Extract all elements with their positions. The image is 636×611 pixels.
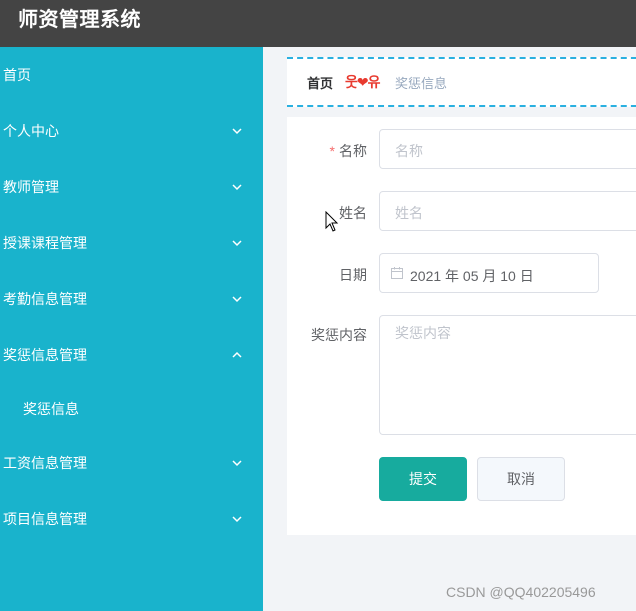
submit-button[interactable]: 提交 [379,457,467,501]
main-content: 首页 웃❤유 奖惩信息 * 名称 名称 姓名 姓名 日期 2021 年 05 月 … [263,47,636,611]
app-header: 师资管理系统 [0,0,636,47]
cancel-button[interactable]: 取消 [477,457,565,501]
chevron-down-icon [232,240,242,247]
name-label: * 名称 [329,143,367,159]
chevron-down-icon [232,460,242,467]
date-picker[interactable]: 2021 年 05 月 10 日 [379,253,599,293]
sidebar-item-personal-center[interactable]: 个人中心 [0,103,263,159]
breadcrumb-current: 奖惩信息 [395,76,448,91]
chevron-up-icon [232,351,242,358]
sidebar-item-reward-management[interactable]: 奖惩信息管理 [0,327,263,383]
watermark: CSDN @QQ402205496 [446,584,596,600]
chevron-down-icon [232,184,242,191]
sidebar-item-project-management[interactable]: 项目信息管理 [0,491,263,547]
mouse-cursor-icon [325,211,339,232]
breadcrumb: 首页 웃❤유 奖惩信息 [287,57,636,107]
reward-form: * 名称 名称 姓名 姓名 日期 2021 年 05 月 10 日 奖惩内容 奖惩… [287,117,636,535]
required-mark: * [329,143,335,159]
chevron-down-icon [232,128,242,135]
sidebar-item-teacher-management[interactable]: 教师管理 [0,159,263,215]
breadcrumb-home[interactable]: 首页 [307,73,333,92]
content-label: 奖惩内容 [311,327,367,343]
sidebar-item-label: 考勤信息管理 [3,291,87,307]
sidebar-item-label: 教师管理 [3,179,59,195]
sidebar-item-label: 奖惩信息 [23,401,79,417]
content-placeholder: 奖惩内容 [395,325,451,341]
sidebar-item-salary-management[interactable]: 工资信息管理 [0,435,263,491]
sidebar-item-label: 奖惩信息管理 [3,347,87,363]
chevron-down-icon [232,296,242,303]
person-placeholder: 姓名 [395,205,423,221]
sidebar-item-attendance-management[interactable]: 考勤信息管理 [0,271,263,327]
sidebar-subitem-reward-info[interactable]: 奖惩信息 [0,381,263,437]
sidebar-item-label: 个人中心 [3,123,59,139]
sidebar-item-course-management[interactable]: 授课课程管理 [0,215,263,271]
sidebar-item-home[interactable]: 首页 [0,47,263,103]
sidebar-item-label: 授课课程管理 [3,235,87,251]
name-input[interactable]: 名称 [379,129,636,169]
sidebar-item-label: 工资信息管理 [3,455,87,471]
sidebar-item-label: 首页 [3,67,31,83]
sidebar: 首页 个人中心 教师管理 授课课程管理 考勤信息管理 奖惩信息管理 奖惩信息 工… [0,47,263,611]
name-placeholder: 名称 [395,143,423,159]
date-value: 2021 年 05 月 10 日 [410,268,534,284]
person-input[interactable]: 姓名 [379,191,636,231]
calendar-icon [391,267,403,279]
app-title: 师资管理系统 [18,9,141,31]
chevron-down-icon [232,516,242,523]
content-textarea[interactable]: 奖惩内容 [379,315,636,435]
sidebar-item-label: 项目信息管理 [3,511,87,527]
breadcrumb-separator: 웃❤유 [345,74,380,90]
date-label: 日期 [339,267,367,283]
